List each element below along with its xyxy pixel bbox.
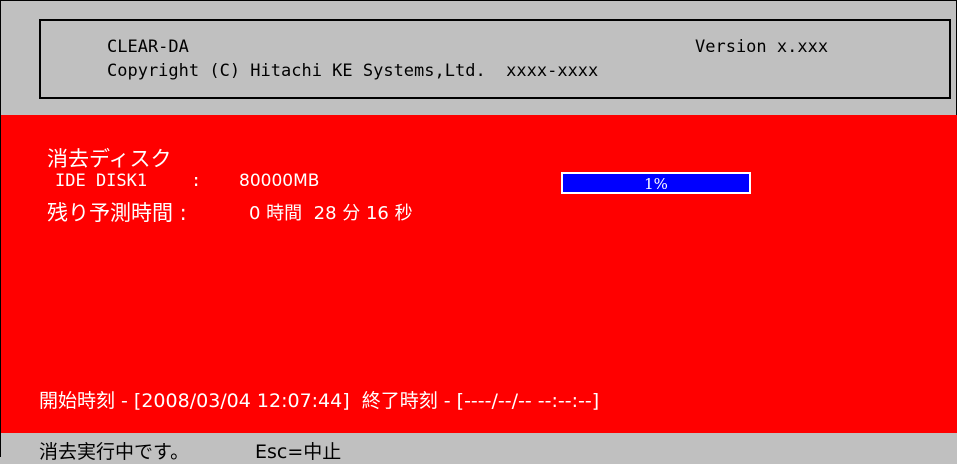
disk-separator: : [191, 171, 202, 191]
copyright-label: Copyright (C) Hitachi KE Systems,Ltd. xx… [107, 61, 599, 81]
progress-bar: 1% [561, 172, 751, 194]
status-message: 消去実行中です。 [39, 441, 190, 463]
disk-size: 80000MB [239, 171, 320, 191]
time-info-line: 開始時刻 - [2008/03/04 12:07:44] 終了時刻 - [---… [39, 390, 600, 412]
remaining-time-label: 残り予測時間 : [47, 201, 187, 225]
target-disk-heading: 消去ディスク [47, 147, 172, 171]
header-box: CLEAR-DA Version x.xxx Copyright (C) Hit… [39, 19, 951, 99]
app-window: CLEAR-DA Version x.xxx Copyright (C) Hit… [0, 0, 957, 463]
main-panel: 消去ディスク IDE DISK1 : 80000MB 残り予測時間 : 0 時間… [1, 115, 957, 433]
progress-percent: 1% [644, 175, 668, 193]
escape-hint: Esc=中止 [255, 441, 342, 463]
remaining-time-value: 0 時間 28 分 16 秒 [249, 203, 413, 224]
app-name: CLEAR-DA [107, 37, 189, 57]
disk-name: IDE DISK1 [55, 171, 148, 191]
status-bar: 消去実行中です。 Esc=中止 [1, 433, 957, 463]
version-label: Version x.xxx [695, 37, 829, 57]
